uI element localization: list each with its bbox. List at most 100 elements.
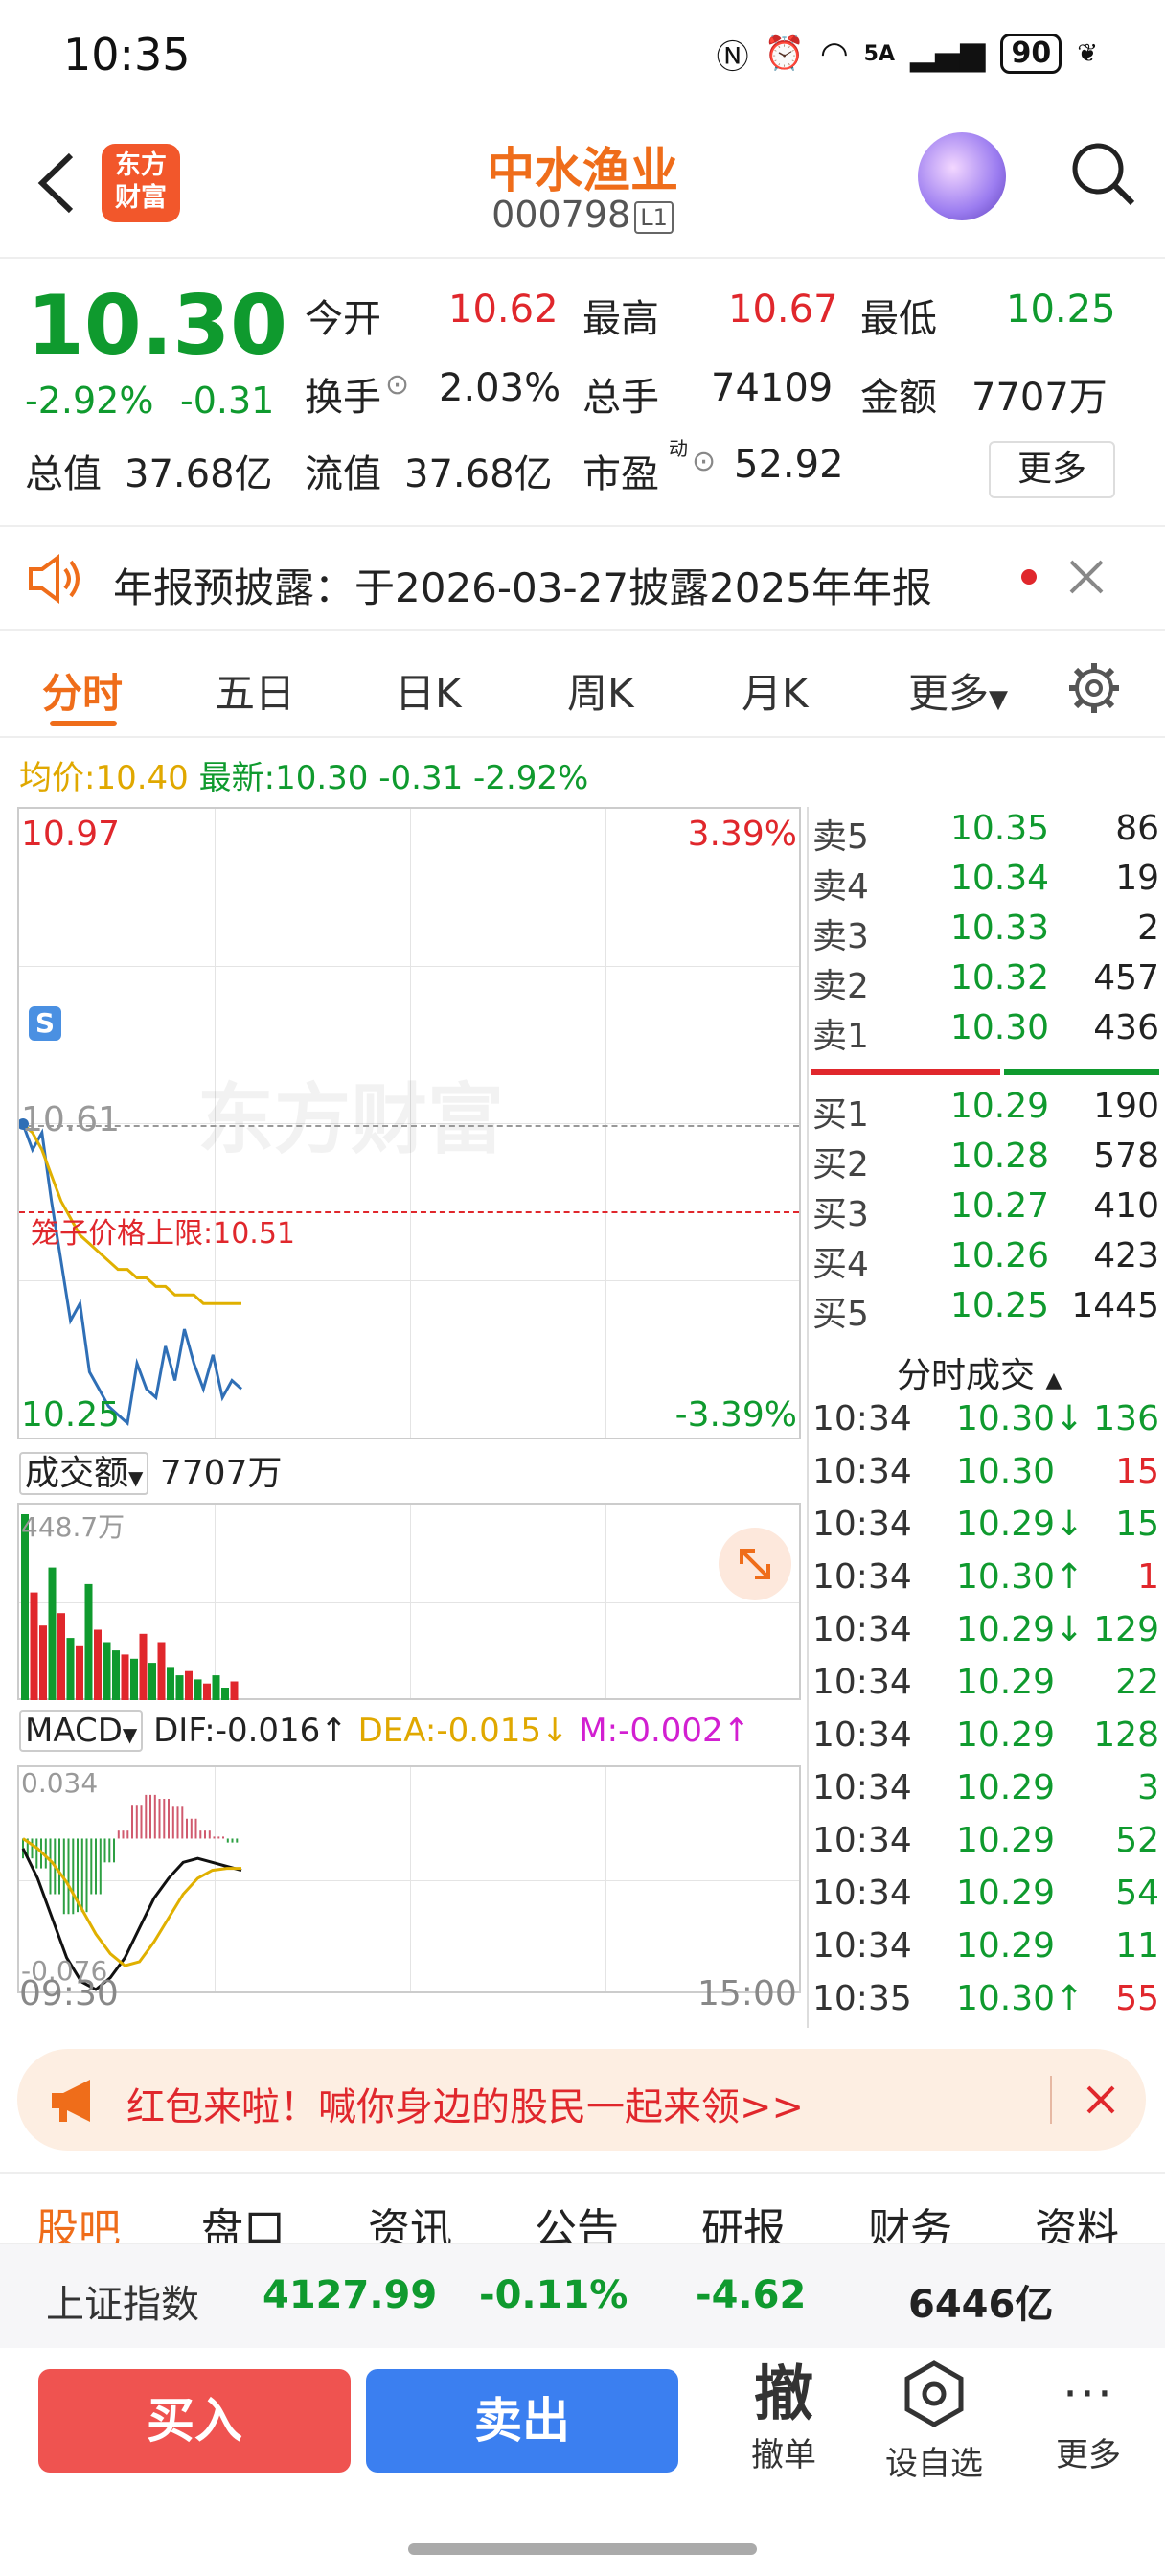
tab-monthly-k[interactable]: 月K bbox=[742, 661, 809, 720]
open-value: 10.62 bbox=[448, 288, 559, 332]
macd-dif: DIF:-0.016↑ bbox=[153, 1712, 348, 1750]
network-label: 5A bbox=[863, 41, 895, 66]
trade-volume: 15 bbox=[1115, 1505, 1159, 1544]
sell-button[interactable]: 卖出 bbox=[366, 2369, 678, 2472]
latest-value: 10.30 bbox=[275, 759, 369, 797]
bid-row[interactable]: 买1 10.29 190 bbox=[812, 1087, 1159, 1137]
megaphone-icon bbox=[48, 2076, 98, 2129]
buy-button[interactable]: 买入 bbox=[38, 2369, 351, 2472]
expand-icon[interactable] bbox=[719, 1528, 791, 1600]
ob-price: 10.35 bbox=[950, 809, 1050, 848]
order-ratio-bar bbox=[811, 1070, 1159, 1075]
volume-bar bbox=[57, 1613, 65, 1700]
tab-daily-k[interactable]: 日K bbox=[395, 661, 462, 720]
tab-weekly-k[interactable]: 周K bbox=[567, 661, 634, 720]
trade-volume: 136 bbox=[1093, 1399, 1159, 1438]
bid-row[interactable]: 买4 10.26 423 bbox=[812, 1236, 1159, 1286]
turnover-value: 2.03% bbox=[439, 366, 561, 410]
volume-label: 总手 bbox=[582, 376, 659, 420]
volume-bar bbox=[230, 1681, 239, 1700]
trade-row: 10:35 10.30↑ 55 bbox=[812, 1979, 1159, 2032]
volume-total: 7707万 bbox=[159, 1454, 283, 1493]
volume-bar bbox=[84, 1583, 93, 1700]
index-ticker[interactable]: 上证指数 4127.99 -0.11% -4.62 6446亿 bbox=[0, 2242, 1165, 2348]
notice-bar[interactable]: 年报预披露：于2026-03-27披露2025年年报 bbox=[0, 525, 1165, 631]
close-icon[interactable] bbox=[1067, 558, 1106, 600]
promo-banner[interactable]: 红包来啦！喊你身边的股民一起来领>> bbox=[17, 2049, 1146, 2150]
tab-more[interactable]: 更多▼ bbox=[908, 661, 1008, 720]
signal-icon: ▂▄▆ bbox=[910, 34, 986, 73]
signal-marker[interactable]: S bbox=[29, 1006, 61, 1041]
more-quote-button[interactable]: 更多 bbox=[989, 441, 1115, 498]
volume-selector[interactable]: 成交额▼ bbox=[19, 1452, 149, 1495]
action-bar: 买入 卖出 撤 撤单 设自选 ··· 更多 bbox=[0, 2350, 1165, 2494]
ask-row[interactable]: 卖3 10.33 2 bbox=[812, 908, 1159, 958]
ask-row[interactable]: 卖2 10.32 457 bbox=[812, 958, 1159, 1008]
trade-time: 10:34 bbox=[812, 1715, 912, 1755]
add-watchlist-label: 设自选 bbox=[885, 2445, 983, 2483]
volume-bar bbox=[139, 1633, 148, 1700]
ob-volume: 457 bbox=[1093, 958, 1159, 998]
tab-5day[interactable]: 五日 bbox=[215, 661, 295, 720]
dropdown-icon: ▼ bbox=[989, 685, 1009, 714]
ellipsis-icon: ··· bbox=[1062, 2366, 1114, 2422]
trades-title[interactable]: 分时成交 ▲ bbox=[897, 1347, 1062, 1397]
tab-intraday[interactable]: 分时 bbox=[42, 661, 123, 720]
high-value: 10.67 bbox=[728, 288, 838, 332]
trade-time: 10:34 bbox=[812, 1926, 912, 1966]
leaf-icon: ❦ bbox=[1077, 39, 1098, 68]
volume-bar bbox=[130, 1658, 138, 1700]
latest-change: -0.31 bbox=[378, 759, 464, 797]
mktcap-value: 37.68亿 bbox=[125, 452, 273, 496]
promo-close-icon[interactable] bbox=[1085, 2083, 1117, 2120]
level-badge: L1 bbox=[634, 200, 674, 234]
volume-chart[interactable]: 448.7万 bbox=[17, 1503, 801, 1700]
trade-time: 10:34 bbox=[812, 1557, 912, 1597]
bid-row[interactable]: 买3 10.27 410 bbox=[812, 1186, 1159, 1236]
settings-icon[interactable] bbox=[1065, 659, 1123, 721]
bid-row[interactable]: 买5 10.25 1445 bbox=[812, 1286, 1159, 1336]
promo-text: 红包来啦！喊你身边的股民一起来领>> bbox=[126, 2085, 805, 2129]
index-amount: 6446亿 bbox=[908, 2283, 1054, 2327]
trade-row: 10:34 10.29 52 bbox=[812, 1821, 1159, 1874]
trade-volume: 54 bbox=[1115, 1874, 1159, 1913]
trade-row: 10:34 10.29↓ 129 bbox=[812, 1610, 1159, 1663]
macd-selector[interactable]: MACD▼ bbox=[19, 1710, 144, 1752]
ob-label: 卖5 bbox=[812, 817, 869, 857]
add-watchlist-button[interactable]: 设自选 bbox=[874, 2359, 994, 2484]
info-tabs: 股吧 盘口 资讯 公告 研报 财务 资料 bbox=[0, 2166, 1165, 2254]
more-actions-button[interactable]: ··· 更多 bbox=[1040, 2359, 1136, 2475]
ob-price: 10.26 bbox=[950, 1236, 1050, 1276]
macd-chart[interactable]: 0.034 -0.076 bbox=[17, 1765, 801, 1993]
volume-bar bbox=[157, 1642, 166, 1700]
ob-label: 卖3 bbox=[812, 917, 869, 956]
cancel-order-button[interactable]: 撤 撤单 bbox=[736, 2359, 832, 2475]
prev-close-label: 10.61 bbox=[21, 1100, 121, 1139]
ob-price: 10.28 bbox=[950, 1137, 1050, 1176]
assistant-avatar[interactable] bbox=[918, 132, 1006, 220]
trade-volume: 55 bbox=[1115, 1979, 1159, 2018]
sort-up-icon: ▲ bbox=[1045, 1368, 1062, 1392]
ask-row[interactable]: 卖5 10.35 86 bbox=[812, 809, 1159, 859]
trade-row: 10:34 10.29 3 bbox=[812, 1768, 1159, 1821]
nfc-icon: Ⓝ bbox=[716, 37, 749, 77]
search-icon[interactable] bbox=[1067, 138, 1138, 209]
ask-row[interactable]: 卖1 10.30 436 bbox=[812, 1008, 1159, 1058]
trade-price: 10.30↑ bbox=[956, 1557, 1085, 1597]
index-pct: -0.11% bbox=[479, 2273, 628, 2317]
bid-row[interactable]: 买2 10.28 578 bbox=[812, 1137, 1159, 1186]
volume-bar bbox=[203, 1683, 211, 1700]
volume-bar bbox=[185, 1670, 193, 1700]
volume-bar bbox=[76, 1645, 83, 1700]
trade-volume: 128 bbox=[1093, 1715, 1159, 1755]
ask-row[interactable]: 卖4 10.34 19 bbox=[812, 859, 1159, 908]
volume-bar bbox=[30, 1592, 38, 1700]
avg-value: 10.40 bbox=[95, 759, 189, 797]
turnover-info-icon[interactable]: ⊙ bbox=[385, 368, 409, 402]
chart-tabs: 分时 五日 日K 周K 月K 更多▼ bbox=[0, 632, 1165, 738]
trade-price: 10.30↑ bbox=[956, 1979, 1085, 2018]
price-chart[interactable]: 东方财富 10.97 3.39% 10.61 笼子价格上限:10.51 10.2… bbox=[17, 807, 801, 1439]
pe-info-icon[interactable]: ⊙ bbox=[692, 445, 716, 478]
macd-dea: DEA:-0.015↓ bbox=[357, 1712, 569, 1750]
status-icons: Ⓝ ⏰ ◠ 5A ▂▄▆ 90 ❦ bbox=[716, 33, 1098, 77]
